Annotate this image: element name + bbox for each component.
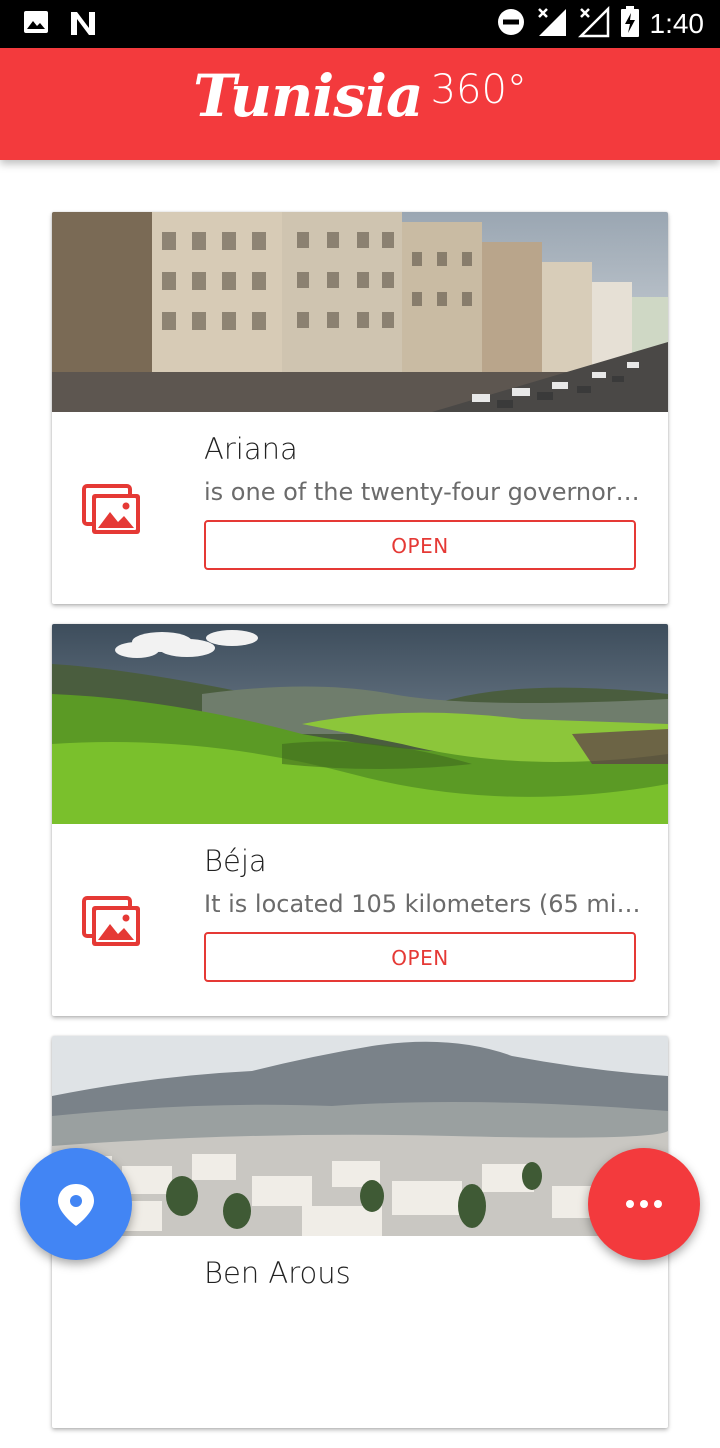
system-icons: 1:40 — [496, 5, 705, 42]
governorate-card[interactable]: Ariana is one of the twenty-four governo… — [52, 212, 668, 604]
n-notification-icon — [68, 8, 98, 42]
status-bar: 1:40 — [0, 0, 720, 48]
card-title: Béja — [204, 844, 267, 878]
card-description: It is located 105 kilometers (65 mi) f… — [204, 890, 644, 918]
signal-no-service-icon — [577, 5, 610, 42]
app-bar: Tunisia 360° — [0, 48, 720, 160]
logo-suffix: 360° — [430, 67, 527, 113]
card-photo — [52, 1036, 668, 1236]
more-fab[interactable] — [588, 1148, 700, 1260]
do-not-disturb-icon — [496, 7, 526, 41]
photo-gallery-icon[interactable] — [82, 896, 142, 948]
app-logo: Tunisia 360° — [0, 62, 720, 130]
battery-charging-icon — [620, 6, 640, 42]
open-button[interactable]: OPEN — [204, 520, 636, 570]
card-photo — [52, 212, 668, 412]
image-notification-icon — [22, 8, 50, 42]
governorate-card[interactable]: Ben Arous — [52, 1036, 668, 1428]
signal-no-data-icon — [536, 6, 568, 42]
card-photo — [52, 624, 668, 824]
open-button[interactable]: OPEN — [204, 932, 636, 982]
clock: 1:40 — [649, 8, 705, 39]
location-fab[interactable] — [20, 1148, 132, 1260]
card-description: is one of the twenty-four governora… — [204, 478, 644, 506]
governorate-list[interactable]: Ariana is one of the twenty-four governo… — [52, 212, 668, 1448]
notification-icons — [22, 8, 98, 42]
logo-script: Tunisia — [193, 62, 423, 130]
governorate-card[interactable]: Béja It is located 105 kilometers (65 mi… — [52, 624, 668, 1016]
card-title: Ariana — [204, 432, 298, 466]
photo-gallery-icon[interactable] — [82, 484, 142, 536]
card-title: Ben Arous — [204, 1256, 351, 1290]
